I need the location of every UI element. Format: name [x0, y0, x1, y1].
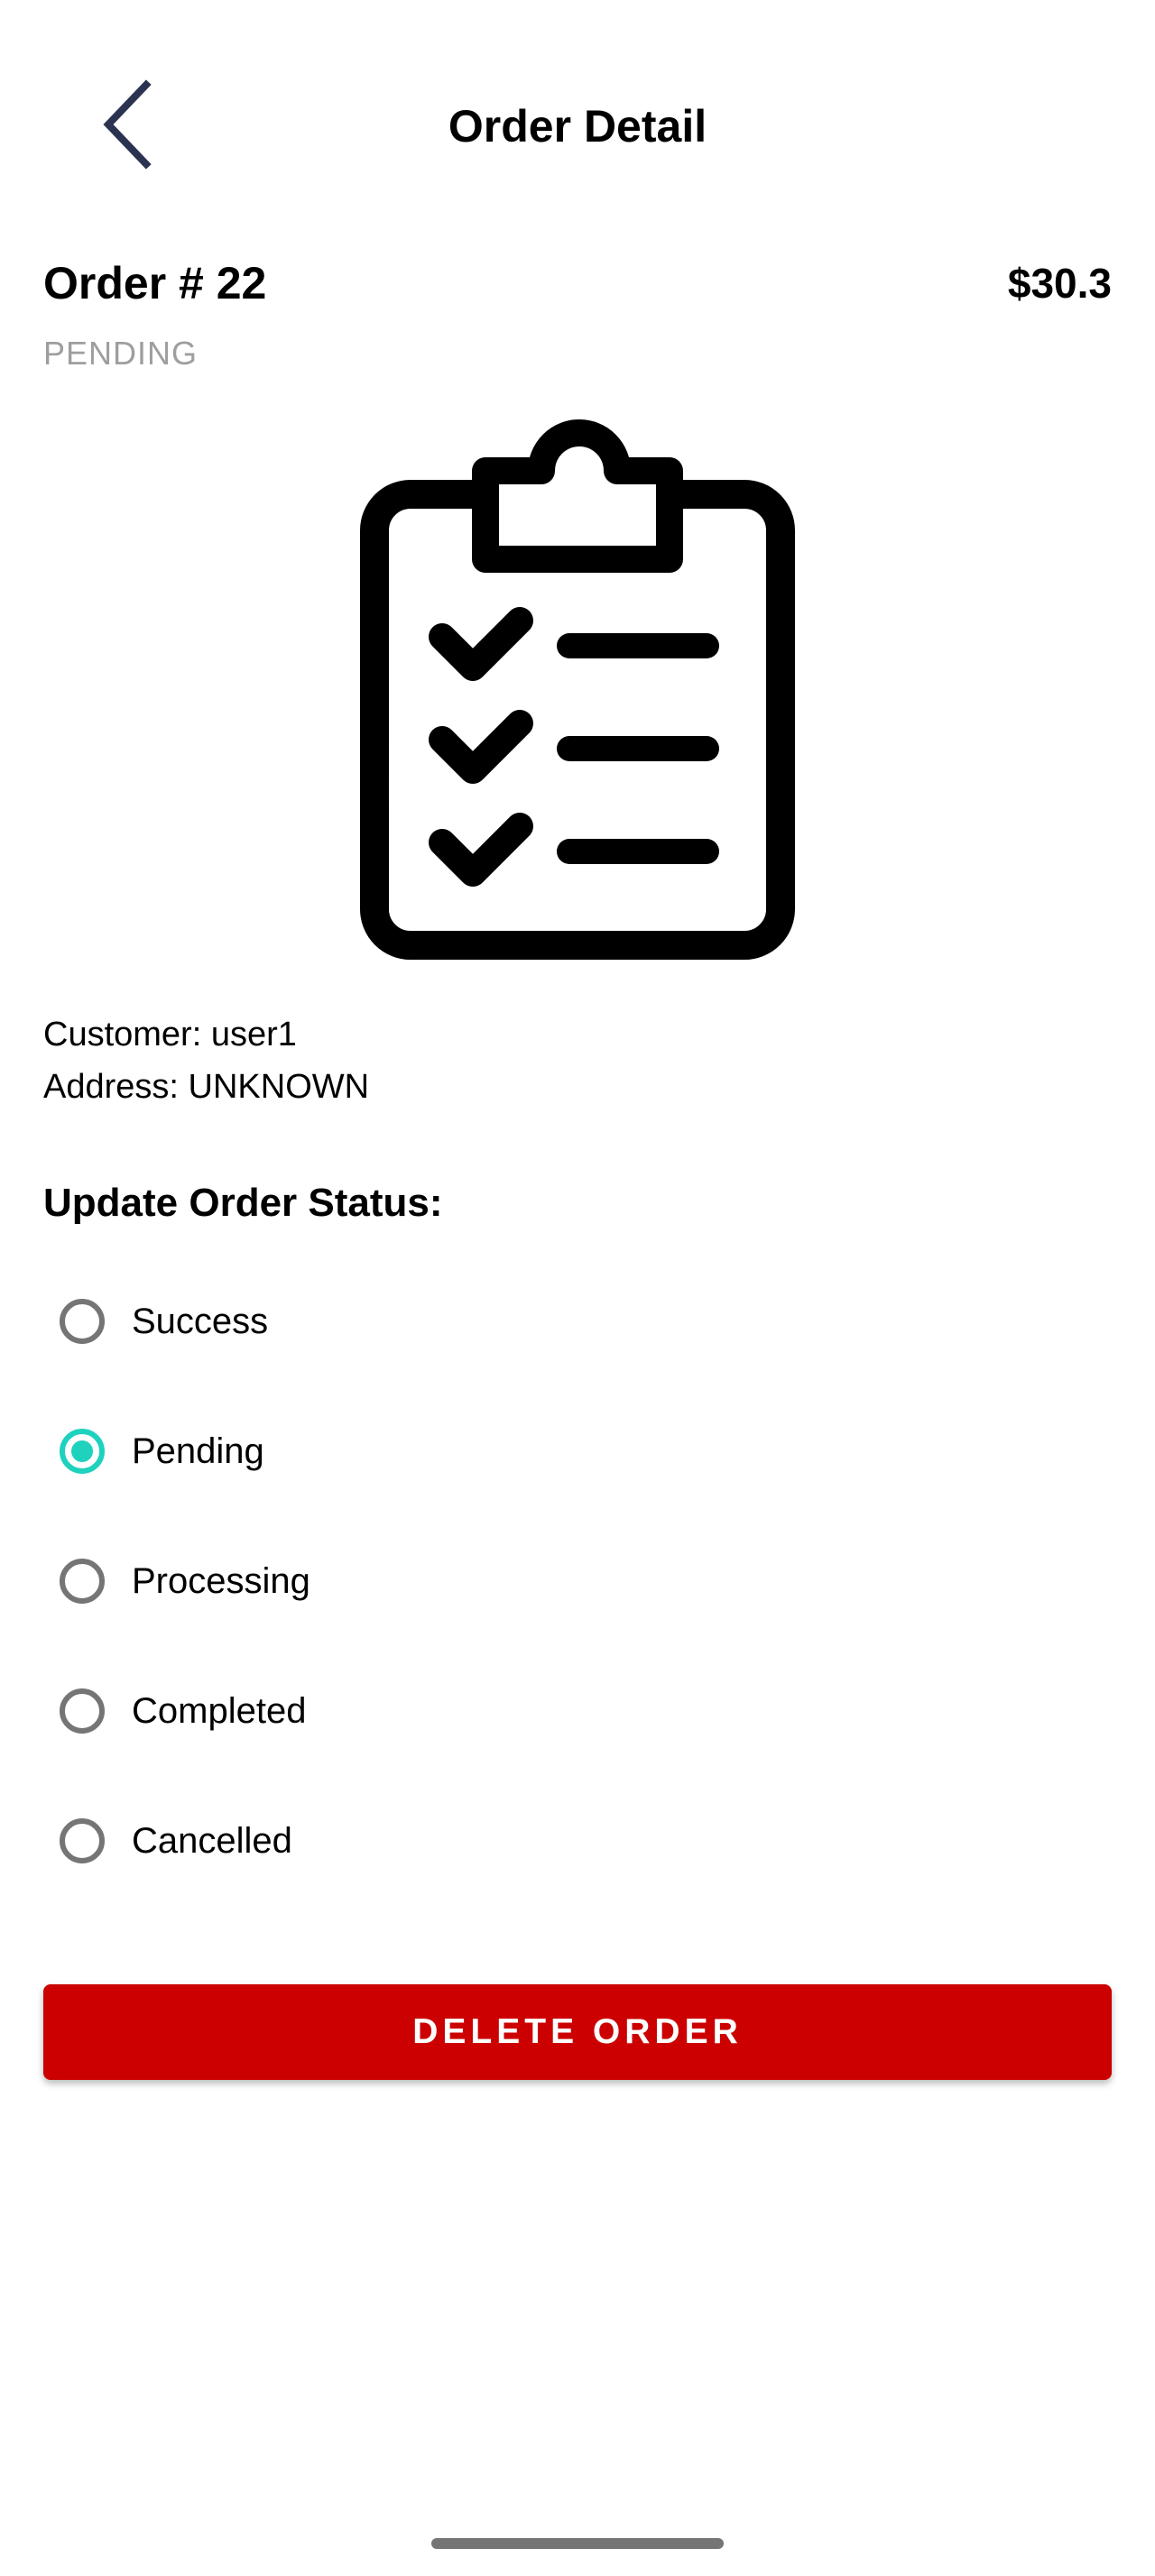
- radio-button[interactable]: [60, 1818, 105, 1863]
- radio-button[interactable]: [60, 1559, 105, 1604]
- status-option-label: Success: [132, 1302, 269, 1341]
- radio-button[interactable]: [60, 1688, 105, 1734]
- status-option-cancelled[interactable]: Cancelled: [43, 1791, 1112, 1891]
- status-option-label: Processing: [132, 1561, 310, 1601]
- order-status: PENDING: [43, 335, 199, 372]
- order-total: $30.3: [1007, 260, 1112, 307]
- status-option-pending[interactable]: Pending: [43, 1402, 1112, 1501]
- status-option-processing[interactable]: Processing: [43, 1532, 1112, 1631]
- clipboard-checklist-icon: [360, 419, 795, 960]
- status-option-label: Pending: [132, 1431, 264, 1471]
- home-indicator[interactable]: [431, 2538, 724, 2549]
- radio-button[interactable]: [60, 1299, 105, 1344]
- status-option-label: Cancelled: [132, 1821, 292, 1861]
- update-status-title: Update Order Status:: [43, 1181, 443, 1225]
- status-option-completed[interactable]: Completed: [43, 1661, 1112, 1761]
- status-option-success[interactable]: Success: [43, 1272, 1112, 1371]
- address-info: Address: UNKNOWN: [43, 1068, 370, 1106]
- page-title: Order Detail: [448, 101, 707, 152]
- customer-info: Customer: user1: [43, 1016, 297, 1053]
- delete-order-button[interactable]: DELETE ORDER: [43, 1984, 1112, 2080]
- radio-button-selected[interactable]: [60, 1429, 105, 1474]
- status-option-label: Completed: [132, 1691, 307, 1731]
- order-number: Order # 22: [43, 258, 267, 308]
